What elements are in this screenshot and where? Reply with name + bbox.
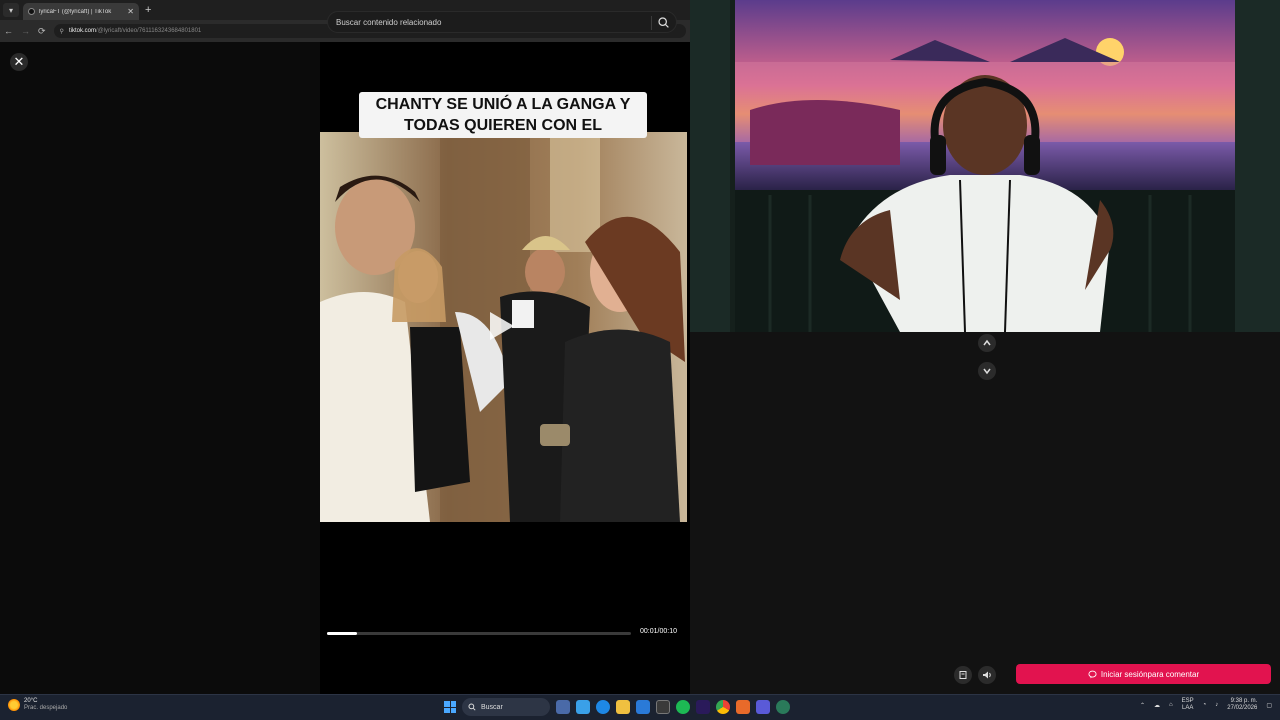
close-icon: ✕	[13, 54, 25, 69]
video-progress-bar[interactable]	[327, 632, 631, 635]
screen: ▾ lyricaFT (@lyricaft) | TikTok ✕ + ← → …	[0, 0, 1280, 720]
premiere-icon[interactable]	[696, 700, 710, 714]
previous-video-button[interactable]	[978, 334, 996, 352]
teams-icon[interactable]	[756, 700, 770, 714]
search-placeholder: Buscar contenido relacionado	[336, 17, 442, 27]
task-view-icon[interactable]	[556, 700, 570, 714]
language-indicator[interactable]: ESP LAA	[1182, 698, 1194, 712]
language-code: ESP	[1181, 698, 1194, 704]
weather-description: Prac. despejado	[24, 705, 68, 711]
spotify-icon[interactable]	[676, 700, 690, 714]
left-backdrop	[0, 42, 320, 694]
new-tab-button[interactable]: +	[145, 4, 151, 16]
url-host: tiktok.com	[68, 28, 96, 34]
close-video-button[interactable]: ✕	[10, 53, 28, 71]
clock-date: 27/02/2026	[1227, 705, 1258, 711]
browser-tab[interactable]: lyricaFT (@lyricaft) | TikTok ✕	[23, 3, 139, 20]
right-comments-pane	[690, 332, 1280, 694]
tab-list-button[interactable]: ▾	[3, 3, 19, 17]
clock-time: 9:38 p. m.	[1230, 698, 1258, 704]
search-icon	[468, 703, 476, 711]
chevron-up-icon	[983, 339, 991, 346]
play-icon[interactable]	[490, 312, 514, 340]
close-tab-icon[interactable]: ✕	[127, 7, 134, 16]
forward-icon[interactable]: →	[21, 26, 30, 36]
search-divider	[651, 16, 652, 30]
taskbar-search[interactable]: Buscar	[462, 698, 550, 716]
volume-icon[interactable]: ♪	[1215, 702, 1218, 708]
back-icon[interactable]: ←	[4, 26, 13, 36]
streamer-webcam	[690, 0, 1280, 332]
notifications-icon[interactable]: ▢	[1266, 702, 1272, 709]
search-icon[interactable]	[657, 16, 670, 29]
file-explorer-icon[interactable]	[616, 700, 630, 714]
weather-widget[interactable]: 20°C Prac. despejado	[8, 698, 67, 712]
chevron-down-icon	[983, 368, 991, 375]
tab-title: lyricaFT (@lyricaft) | TikTok	[39, 8, 112, 15]
url-path: /@lyricaft/video/7611163243684801801	[95, 28, 202, 34]
progress-fill	[327, 632, 358, 635]
report-button[interactable]	[954, 666, 972, 684]
next-video-button[interactable]	[978, 362, 996, 380]
mail-icon[interactable]	[636, 700, 650, 714]
weather-temperature: 20°C	[24, 698, 38, 704]
caption-line-1: CHANTY SE UNIÓ A LA GANGA Y	[375, 96, 631, 113]
network-icon[interactable]: ⌂	[1169, 702, 1173, 708]
show-hidden-icons-icon[interactable]: ⌃	[1140, 702, 1145, 709]
store-icon[interactable]	[656, 700, 670, 714]
app-icon-orange[interactable]	[736, 700, 750, 714]
taskbar-apps: Buscar	[444, 698, 790, 716]
weather-sun-icon	[8, 699, 20, 711]
site-info-icon[interactable]: ⚲	[60, 28, 64, 35]
login-button-label: Iniciar sesiónpara comentar	[1100, 669, 1200, 679]
app-icon-active[interactable]	[776, 700, 790, 714]
system-tray: ⌃ ☁ ⌂ ESP LAA ◔ ♪ 9:38 p. m. 27/02/2026 …	[1140, 698, 1272, 712]
language-layout: LAA	[1181, 705, 1194, 711]
login-to-comment-button[interactable]: Iniciar sesiónpara comentar	[1016, 664, 1271, 684]
report-icon	[959, 671, 967, 679]
edge-icon[interactable]	[596, 700, 610, 714]
related-search-field[interactable]: Buscar contenido relacionado	[327, 11, 677, 33]
speaker-icon	[983, 671, 991, 679]
comment-icon	[1088, 670, 1097, 678]
reload-icon[interactable]: ⟳	[38, 26, 46, 37]
wifi-icon[interactable]: ◔	[1203, 702, 1207, 708]
video-time: 00:01/00:10	[640, 628, 677, 635]
windows-start-icon[interactable]	[444, 701, 456, 713]
chrome-icon[interactable]	[716, 700, 730, 714]
clock[interactable]: 9:38 p. m. 27/02/2026	[1227, 698, 1257, 712]
caption-line-2: TODAS QUIEREN CON EL	[404, 117, 602, 134]
tiktok-favicon-icon	[28, 8, 35, 15]
windows-taskbar: 20°C Prac. despejado Buscar ⌃ ☁ ⌂ ESP LA…	[0, 694, 1280, 720]
copilot-icon[interactable]	[576, 700, 590, 714]
video-caption: CHANTY SE UNIÓ A LA GANGA Y TODAS QUIERE…	[359, 92, 647, 138]
taskbar-search-label: Buscar	[481, 703, 503, 711]
webcam-image	[690, 0, 1280, 332]
volume-button[interactable]	[978, 666, 996, 684]
onedrive-icon[interactable]: ☁	[1154, 702, 1160, 709]
